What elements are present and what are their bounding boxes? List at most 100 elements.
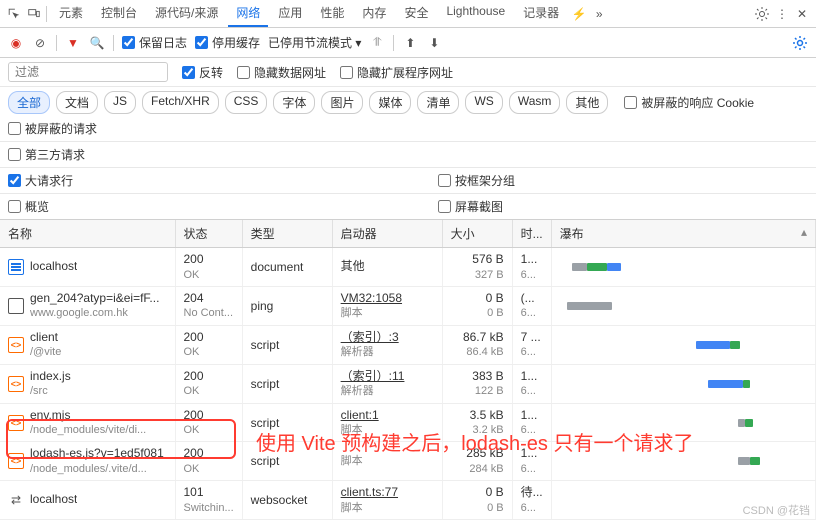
request-name: lodash-es.js?v=1ed5f081 xyxy=(30,446,164,462)
settings-icon[interactable] xyxy=(754,6,770,22)
filter-icon[interactable]: ▼ xyxy=(65,35,81,51)
initiator[interactable]: （索引）:11 xyxy=(341,369,434,385)
status-code: 200 xyxy=(184,446,234,462)
type-pill[interactable]: 字体 xyxy=(273,91,315,114)
network-toolbar: ◉ ⊘ ▼ 🔍 保留日志 停用缓存 已停用节流模式 ▾ ⥣ ⬆ ⬇ xyxy=(0,28,816,58)
type-pill[interactable]: WS xyxy=(465,91,502,114)
status-text: OK xyxy=(184,462,234,476)
table-row[interactable]: <>client/@vite200OKscript（索引）:3解析器86.7 k… xyxy=(0,325,816,364)
type-pill[interactable]: 其他 xyxy=(566,91,608,114)
screenshot-checkbox[interactable]: 屏幕截图 xyxy=(438,198,503,215)
type-pill[interactable]: Wasm xyxy=(509,91,561,114)
status-text: OK xyxy=(184,268,234,282)
search-icon[interactable]: 🔍 xyxy=(89,35,105,51)
close-devtools-icon[interactable]: ✕ xyxy=(794,6,810,22)
devtools-tab[interactable]: 安全 xyxy=(396,0,436,27)
type-pill[interactable]: 全部 xyxy=(8,91,50,114)
filter-input[interactable] xyxy=(8,62,168,82)
initiator[interactable]: VM32:1058 xyxy=(341,291,434,307)
import-har-icon[interactable]: ⬆ xyxy=(402,35,418,51)
blocked-req-checkbox[interactable]: 被屏蔽的请求 xyxy=(8,120,97,137)
third-party-checkbox[interactable]: 第三方请求 xyxy=(8,146,85,163)
invert-checkbox[interactable]: 反转 xyxy=(182,64,223,81)
separator xyxy=(113,35,114,51)
col-status[interactable]: 状态 xyxy=(175,220,242,248)
waterfall-bar xyxy=(560,260,807,274)
table-row[interactable]: <>lodash-es.js?v=1ed5f081/node_modules/.… xyxy=(0,442,816,481)
overview-checkbox[interactable]: 概览 xyxy=(8,198,49,215)
type-pill[interactable]: 文档 xyxy=(56,91,98,114)
waterfall-bar xyxy=(560,377,807,391)
disable-cache-checkbox[interactable]: 停用缓存 xyxy=(195,34,260,51)
initiator[interactable]: client.ts:77 xyxy=(341,485,434,501)
col-size[interactable]: 大小 xyxy=(442,220,512,248)
request-type: script xyxy=(242,403,332,442)
initiator-sub: 解析器 xyxy=(341,384,434,398)
group-frame-checkbox[interactable]: 按框架分组 xyxy=(438,172,515,189)
big-rows-checkbox[interactable]: 大请求行 xyxy=(8,172,73,189)
separator xyxy=(46,6,47,22)
col-waterfall[interactable]: 瀑布 ▴ xyxy=(551,220,815,248)
display-options-row-2: 概览 屏幕截图 xyxy=(0,194,816,220)
network-settings-icon[interactable] xyxy=(792,35,808,51)
request-type: websocket xyxy=(242,481,332,520)
throttling-select[interactable]: 已停用节流模式 ▾ xyxy=(268,34,361,51)
request-name: localhost xyxy=(30,492,77,508)
waterfall-bar xyxy=(560,454,807,468)
device-icon[interactable] xyxy=(26,6,42,22)
col-name[interactable]: 名称 xyxy=(0,220,175,248)
table-row[interactable]: gen_204?atyp=i&ei=fF...www.google.com.hk… xyxy=(0,286,816,325)
status-text: No Cont... xyxy=(184,306,234,320)
type-pill[interactable]: CSS xyxy=(225,91,268,114)
devtools-tab[interactable]: 元素 xyxy=(51,0,91,27)
size-sub: 0 B xyxy=(451,501,504,515)
request-type: ping xyxy=(242,286,332,325)
clear-icon[interactable]: ⊘ xyxy=(32,35,48,51)
table-row[interactable]: localhost200OKdocument其他576 B327 B1...6.… xyxy=(0,248,816,287)
type-filter-row-2: 第三方请求 xyxy=(0,142,816,168)
request-type: script xyxy=(242,364,332,403)
recorder-beta-icon: ⚡ xyxy=(571,6,587,22)
time: (...6... xyxy=(512,286,551,325)
col-initiator[interactable]: 启动器 xyxy=(332,220,442,248)
separator xyxy=(393,35,394,51)
devtools-tab[interactable]: 记录器 xyxy=(515,0,567,27)
time: 1...6... xyxy=(512,248,551,287)
export-har-icon[interactable]: ⬇ xyxy=(426,35,442,51)
table-row[interactable]: <>index.js/src200OKscript（索引）:11解析器383 B… xyxy=(0,364,816,403)
devtools-tab[interactable]: Lighthouse xyxy=(438,0,513,27)
type-pill[interactable]: 媒体 xyxy=(369,91,411,114)
inspect-icon[interactable] xyxy=(6,6,22,22)
type-pill[interactable]: JS xyxy=(104,91,136,114)
devtools-tab[interactable]: 性能 xyxy=(312,0,352,27)
type-pill[interactable]: 清单 xyxy=(417,91,459,114)
devtools-tab[interactable]: 网络 xyxy=(228,0,268,27)
kebab-menu-icon[interactable]: ⋮ xyxy=(774,6,790,22)
initiator[interactable]: （索引）:3 xyxy=(341,330,434,346)
initiator[interactable]: client:1 xyxy=(341,408,434,424)
preserve-log-checkbox[interactable]: 保留日志 xyxy=(122,34,187,51)
request-name: client xyxy=(30,330,61,346)
col-time[interactable]: 时... xyxy=(512,220,551,248)
initiator: 其他 xyxy=(341,259,434,275)
more-tabs-icon[interactable]: » xyxy=(591,6,607,22)
blocked-cookie-checkbox[interactable]: 被屏蔽的响应 Cookie xyxy=(624,94,754,111)
size-sub: 284 kB xyxy=(451,462,504,476)
type-pill[interactable]: 图片 xyxy=(321,91,363,114)
type-pill[interactable]: Fetch/XHR xyxy=(142,91,219,114)
devtools-tab[interactable]: 内存 xyxy=(354,0,394,27)
devtools-tab[interactable]: 应用 xyxy=(270,0,310,27)
devtools-tab[interactable]: 控制台 xyxy=(93,0,145,27)
table-row[interactable]: ⇄localhost101Switchin...websocketclient.… xyxy=(0,481,816,520)
network-conditions-icon[interactable]: ⥣ xyxy=(369,35,385,51)
hide-ext-url-checkbox[interactable]: 隐藏扩展程序网址 xyxy=(340,64,453,81)
hide-data-url-checkbox[interactable]: 隐藏数据网址 xyxy=(237,64,326,81)
status-text: OK xyxy=(184,384,234,398)
waterfall-bar xyxy=(560,299,807,313)
devtools-tab[interactable]: 源代码/来源 xyxy=(147,0,226,27)
request-path: /node_modules/vite/di... xyxy=(30,423,146,437)
col-type[interactable]: 类型 xyxy=(242,220,332,248)
status-code: 200 xyxy=(184,369,234,385)
record-icon[interactable]: ◉ xyxy=(8,35,24,51)
table-row[interactable]: <>env.mjs/node_modules/vite/di...200OKsc… xyxy=(0,403,816,442)
